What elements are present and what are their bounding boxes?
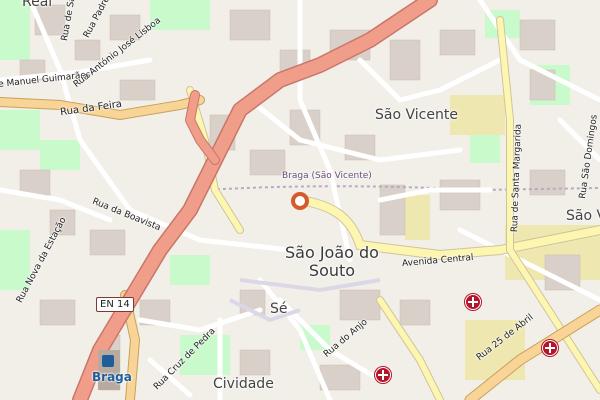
- building: [74, 39, 101, 61]
- place-label-sao-vicente: São Vicente: [375, 107, 458, 123]
- park-area: [40, 140, 80, 170]
- building: [439, 29, 476, 56]
- minor-road: [357, 57, 503, 103]
- building: [389, 39, 421, 81]
- building: [89, 229, 126, 256]
- building: [529, 169, 566, 196]
- area: [450, 95, 505, 135]
- place-label-sao-joao-line1: São João do: [285, 243, 379, 262]
- place-label-sao-joao-do-souto: São João do Souto: [285, 244, 379, 280]
- area: [405, 195, 430, 240]
- building: [439, 179, 481, 211]
- park-area: [170, 255, 210, 285]
- building: [19, 169, 51, 196]
- hospital-icon[interactable]: [542, 340, 558, 356]
- hospital-icon[interactable]: [465, 294, 481, 310]
- railway-label: Braga (São Vicente): [282, 171, 372, 181]
- park-area: [0, 110, 40, 150]
- place-label-sao-joao-line2: Souto: [308, 261, 356, 280]
- building: [239, 349, 271, 376]
- building: [339, 289, 381, 321]
- park-area: [470, 135, 500, 163]
- building: [379, 184, 406, 236]
- place-label-real: Real: [22, 0, 53, 10]
- map-canvas[interactable]: Real São Vicente São João do Souto Sé Ci…: [0, 0, 600, 400]
- hospital-icon[interactable]: [375, 367, 391, 383]
- location-marker-icon[interactable]: [291, 192, 309, 210]
- place-label-sao-v: São V: [566, 208, 600, 224]
- building: [249, 149, 286, 176]
- place-label-se: Sé: [270, 301, 288, 317]
- building: [229, 9, 271, 41]
- place-label-cividade: Cividade: [213, 376, 274, 392]
- building: [39, 299, 76, 326]
- road-ref-shield: EN 14: [96, 297, 134, 312]
- building: [399, 299, 431, 326]
- train-station-icon[interactable]: [102, 355, 114, 367]
- building: [519, 19, 556, 51]
- station-label: Braga: [92, 370, 132, 384]
- building: [119, 79, 156, 101]
